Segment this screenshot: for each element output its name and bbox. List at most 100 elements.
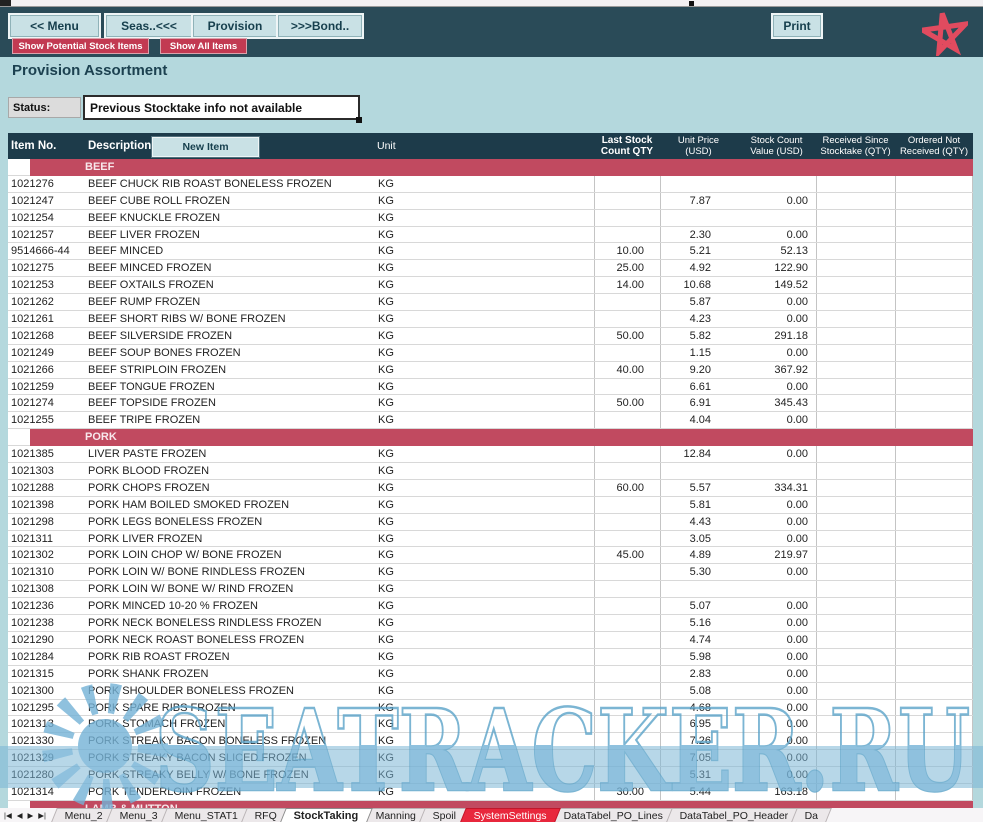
cell-last-stock-count-qty[interactable] [594, 412, 660, 428]
cell-last-stock-count-qty[interactable] [594, 750, 660, 766]
table-row[interactable]: 1021302 PORK LOIN CHOP W/ BONE FROZEN KG… [8, 547, 973, 564]
cell-last-stock-count-qty[interactable] [594, 345, 660, 361]
table-row[interactable]: 9514666-44 BEEF MINCED KG 10.00 5.21 52.… [8, 243, 973, 260]
table-row[interactable]: 1021398 PORK HAM BOILED SMOKED FROZEN KG… [8, 497, 973, 514]
table-row[interactable]: 1021385 LIVER PASTE FROZEN KG 12.84 0.00 [8, 446, 973, 463]
show-all-items-button[interactable]: Show All Items [160, 38, 247, 54]
pane-split-handle[interactable] [689, 1, 694, 6]
table-row[interactable]: 1021308 PORK LOIN W/ BONE W/ RIND FROZEN… [8, 581, 973, 598]
table-row[interactable]: 1021274 BEEF TOPSIDE FROZEN KG 50.00 6.9… [8, 395, 973, 412]
bond-button[interactable]: >>>Bond.. [276, 13, 364, 39]
cell-unit: KG [370, 666, 594, 682]
table-row[interactable]: 1021254 BEEF KNUCKLE FROZEN KG [8, 210, 973, 227]
cell-last-stock-count-qty[interactable] [594, 497, 660, 513]
table-row[interactable]: 1021257 BEEF LIVER FROZEN KG 2.30 0.00 [8, 227, 973, 244]
cell-last-stock-count-qty[interactable] [594, 564, 660, 580]
cell-last-stock-count-qty[interactable] [594, 733, 660, 749]
table-row[interactable]: 1021255 BEEF TRIPE FROZEN KG 4.04 0.00 [8, 412, 973, 429]
cell-last-stock-count-qty[interactable]: 50.00 [594, 328, 660, 344]
sheet-tab-Da[interactable]: Da [791, 808, 832, 822]
table-row[interactable]: 1021314 PORK TENDERLOIN FROZEN KG 30.00 … [8, 784, 973, 801]
status-field-resize-handle[interactable] [356, 117, 362, 123]
cell-received-since-stocktake [816, 547, 895, 563]
table-row[interactable]: 1021298 PORK LEGS BONELESS FROZEN KG 4.4… [8, 514, 973, 531]
table-row[interactable]: 1021268 BEEF SILVERSIDE FROZEN KG 50.00 … [8, 328, 973, 345]
sheet-tab-DataTabel_PO_Lines[interactable]: DataTabel_PO_Lines [550, 808, 677, 822]
table-row[interactable]: 1021280 PORK STREAKY BELLY W/ BONE FROZE… [8, 767, 973, 784]
cell-last-stock-count-qty[interactable] [594, 700, 660, 716]
table-row[interactable]: 1021288 PORK CHOPS FROZEN KG 60.00 5.57 … [8, 480, 973, 497]
table-row[interactable]: 1021236 PORK MINCED 10-20 % FROZEN KG 5.… [8, 598, 973, 615]
table-row[interactable]: 1021262 BEEF RUMP FROZEN KG 5.87 0.00 [8, 294, 973, 311]
cell-last-stock-count-qty[interactable] [594, 666, 660, 682]
cell-last-stock-count-qty[interactable] [594, 176, 660, 192]
cell-last-stock-count-qty[interactable]: 10.00 [594, 243, 660, 259]
cell-last-stock-count-qty[interactable] [594, 463, 660, 479]
sheet-nav-arrow-1[interactable]: ◀ [17, 811, 23, 820]
cell-last-stock-count-qty[interactable] [594, 649, 660, 665]
cell-last-stock-count-qty[interactable] [594, 294, 660, 310]
cell-last-stock-count-qty[interactable] [594, 598, 660, 614]
cell-last-stock-count-qty[interactable] [594, 767, 660, 783]
sheet-tab-label: Menu_STAT1 [175, 810, 238, 822]
show-potential-stock-items-button[interactable]: Show Potential Stock Items [12, 38, 149, 54]
provision-button[interactable]: Provision [191, 13, 279, 39]
cell-unit: KG [370, 767, 594, 783]
cell-last-stock-count-qty[interactable] [594, 311, 660, 327]
cell-last-stock-count-qty[interactable]: 25.00 [594, 260, 660, 276]
sheet-tab-DataTabel_PO_Header[interactable]: DataTabel_PO_Header [666, 808, 802, 822]
table-row[interactable]: 1021311 PORK LIVER FROZEN KG 3.05 0.00 [8, 531, 973, 548]
table-row[interactable]: 1021276 BEEF CHUCK RIB ROAST BONELESS FR… [8, 176, 973, 193]
table-row[interactable]: 1021284 PORK RIB ROAST FROZEN KG 5.98 0.… [8, 649, 973, 666]
cell-last-stock-count-qty[interactable] [594, 227, 660, 243]
sheet-nav-arrow-0[interactable]: |◀ [4, 811, 12, 820]
cell-last-stock-count-qty[interactable] [594, 683, 660, 699]
table-row[interactable]: 1021253 BEEF OXTAILS FROZEN KG 14.00 10.… [8, 277, 973, 294]
cell-last-stock-count-qty[interactable] [594, 716, 660, 732]
sheet-nav-arrow-3[interactable]: ▶| [38, 811, 46, 820]
table-row[interactable]: 1021330 PORK STREAKY BACON BONELESS FROZ… [8, 733, 973, 750]
cell-received-since-stocktake [816, 446, 895, 462]
table-row[interactable]: 1021275 BEEF MINCED FROZEN KG 25.00 4.92… [8, 260, 973, 277]
table-row[interactable]: 1021249 BEEF SOUP BONES FROZEN KG 1.15 0… [8, 345, 973, 362]
cell-last-stock-count-qty[interactable] [594, 446, 660, 462]
cell-last-stock-count-qty[interactable] [594, 210, 660, 226]
new-item-button[interactable]: New Item [152, 137, 259, 157]
table-row[interactable]: 1021247 BEEF CUBE ROLL FROZEN KG 7.87 0.… [8, 193, 973, 210]
cell-last-stock-count-qty[interactable] [594, 193, 660, 209]
cell-last-stock-count-qty[interactable]: 40.00 [594, 362, 660, 378]
sheet-tab-Menu_STAT1[interactable]: Menu_STAT1 [161, 808, 252, 822]
table-row[interactable]: 1021329 PORK STREAKY BACON SLICED FROZEN… [8, 750, 973, 767]
cell-last-stock-count-qty[interactable]: 14.00 [594, 277, 660, 293]
table-row[interactable]: 1021313 PORK STOMACH FROZEN KG 6.95 0.00 [8, 716, 973, 733]
table-row[interactable]: 1021295 PORK SPARE RIBS FROZEN KG 4.68 0… [8, 700, 973, 717]
table-row[interactable]: 1021238 PORK NECK BONELESS RINDLESS FROZ… [8, 615, 973, 632]
table-row[interactable]: 1021315 PORK SHANK FROZEN KG 2.83 0.00 [8, 666, 973, 683]
menu-button[interactable]: << Menu [8, 13, 101, 39]
sheet-tab-SystemSettings[interactable]: SystemSettings [460, 808, 561, 822]
cell-last-stock-count-qty[interactable] [594, 379, 660, 395]
table-row[interactable]: 1021259 BEEF TONGUE FROZEN KG 6.61 0.00 [8, 379, 973, 396]
print-button[interactable]: Print [771, 13, 823, 39]
sheet-tab-StockTaking[interactable]: StockTaking [280, 808, 372, 822]
cell-last-stock-count-qty[interactable] [594, 615, 660, 631]
seas-button[interactable]: Seas..<<< [104, 13, 194, 39]
cell-last-stock-count-qty[interactable]: 45.00 [594, 547, 660, 563]
cell-last-stock-count-qty[interactable]: 30.00 [594, 784, 660, 800]
table-row[interactable]: 1021290 PORK NECK ROAST BONELESS FROZEN … [8, 632, 973, 649]
cell-last-stock-count-qty[interactable]: 60.00 [594, 480, 660, 496]
table-row[interactable]: 1021261 BEEF SHORT RIBS W/ BONE FROZEN K… [8, 311, 973, 328]
cell-last-stock-count-qty[interactable] [594, 581, 660, 597]
status-field[interactable]: Previous Stocktake info not available [83, 95, 360, 120]
table-row[interactable]: 1021266 BEEF STRIPLOIN FROZEN KG 40.00 9… [8, 362, 973, 379]
cell-last-stock-count-qty[interactable]: 50.00 [594, 395, 660, 411]
cell-unit: KG [370, 683, 594, 699]
cell-ordered-not-received [895, 362, 973, 378]
table-row[interactable]: 1021300 PORK SHOULDER BONELESS FROZEN KG… [8, 683, 973, 700]
sheet-nav-arrow-2[interactable]: ▶ [28, 811, 34, 820]
table-row[interactable]: 1021310 PORK LOIN W/ BONE RINDLESS FROZE… [8, 564, 973, 581]
table-row[interactable]: 1021303 PORK BLOOD FROZEN KG [8, 463, 973, 480]
cell-last-stock-count-qty[interactable] [594, 514, 660, 530]
cell-last-stock-count-qty[interactable] [594, 632, 660, 648]
cell-last-stock-count-qty[interactable] [594, 531, 660, 547]
